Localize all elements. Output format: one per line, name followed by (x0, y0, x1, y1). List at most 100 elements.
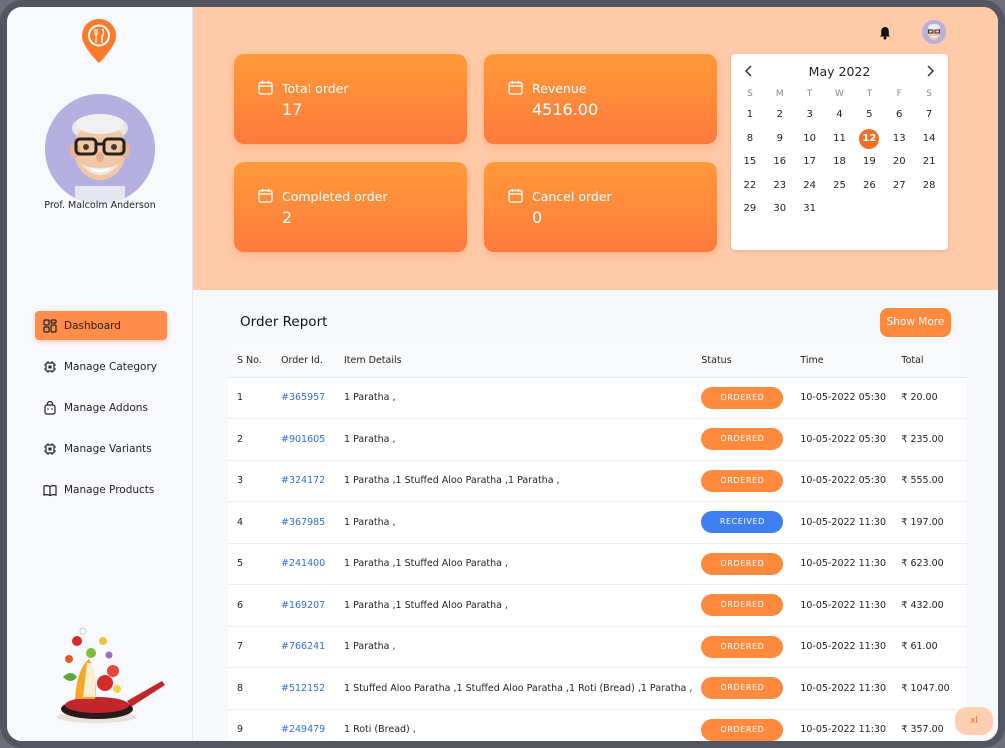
calendar-day[interactable]: 10 (795, 127, 825, 151)
stat-label: Cancel order (532, 189, 612, 204)
cell-order-id[interactable]: #901605 (272, 418, 335, 461)
app-logo-icon[interactable] (80, 17, 118, 65)
calendar-day[interactable]: 8 (735, 127, 765, 151)
cell-order-id[interactable]: #766241 (272, 626, 335, 668)
table-row[interactable]: 5 #241400 1 Paratha ,1 Stuffed Aloo Parath… (228, 543, 967, 585)
calendar-day[interactable]: 4 (825, 103, 855, 127)
sidebar-item-dashboard[interactable]: Dashboard (35, 311, 167, 340)
stat-label: Total order (282, 81, 349, 96)
calendar-day[interactable]: 13 (884, 127, 914, 151)
calendar-day[interactable]: 28 (914, 174, 944, 198)
table-row[interactable]: 1 #365957 1 Paratha , ORDERED 10-05-2022 05:… (228, 377, 967, 419)
calendar-day[interactable]: 18 (825, 150, 855, 174)
cell-time: 10-05-2022 11:30 (791, 667, 893, 710)
sidebar-item-manage-products[interactable]: Manage Products (35, 475, 167, 504)
order-id-link[interactable]: #901605 (281, 434, 325, 445)
calendar-day[interactable]: 23 (765, 174, 795, 198)
order-id-link[interactable]: #241400 (281, 558, 325, 569)
calendar-weekday: S (926, 89, 932, 99)
calendar-day[interactable]: 9 (765, 127, 795, 151)
cell-sno: 9 (228, 709, 272, 741)
calendar-day[interactable]: 25 (825, 174, 855, 198)
export-excel-button[interactable]: xl (955, 707, 993, 735)
table-row[interactable]: 6 #169207 1 Paratha ,1 Stuffed Aloo Parath… (228, 584, 967, 627)
dashboard-grid-icon (43, 318, 57, 333)
calendar-weekday: M (775, 89, 784, 99)
calendar-day[interactable]: 24 (795, 174, 825, 198)
order-id-link[interactable]: #512152 (281, 683, 325, 694)
column-header[interactable]: Total (892, 344, 967, 378)
calendar-day[interactable]: 5 (854, 103, 884, 127)
calendar-day[interactable]: 21 (914, 150, 944, 174)
calendar-day[interactable]: 19 (854, 150, 884, 174)
table-row[interactable]: 7 #766241 1 Paratha , ORDERED 10-05-2022 11:… (228, 626, 967, 668)
sidebar-item-manage-category[interactable]: Manage Category (35, 352, 167, 381)
cell-item-details: 1 Paratha , (335, 377, 693, 419)
sidebar-item-manage-addons[interactable]: Manage Addons (35, 393, 167, 422)
cell-sno: 5 (228, 543, 272, 585)
book-icon (43, 484, 57, 496)
column-header[interactable]: Time (791, 344, 893, 378)
order-id-link[interactable]: #169207 (281, 600, 325, 611)
status-badge: ORDERED (701, 469, 784, 492)
cell-time: 10-05-2022 11:30 (791, 501, 893, 544)
order-id-link[interactable]: #367985 (281, 517, 325, 528)
status-badge: RECEIVED (701, 511, 784, 534)
cell-time: 10-05-2022 05:30 (791, 418, 893, 461)
cell-order-id[interactable]: #365957 (272, 377, 335, 419)
calendar-day-selected[interactable]: 12 (854, 127, 884, 151)
table-row[interactable]: 8 #512152 1 Stuffed Aloo Paratha ,1 Stuffe… (228, 667, 967, 710)
cell-order-id[interactable]: #241400 (272, 543, 335, 585)
calendar-day[interactable]: 15 (735, 150, 765, 174)
status-badge: ORDERED (701, 677, 784, 700)
calendar-day[interactable]: 3 (795, 103, 825, 127)
calendar-day[interactable]: 29 (735, 197, 765, 221)
calendar-day[interactable]: 26 (854, 174, 884, 198)
column-header[interactable]: S No. (228, 344, 272, 378)
cell-time: 10-05-2022 11:30 (791, 626, 893, 668)
calendar-day[interactable]: 2 (765, 103, 795, 127)
cell-order-id[interactable]: #367985 (272, 501, 335, 544)
calendar-day[interactable]: 1 (735, 103, 765, 127)
table-row[interactable]: 2 #901605 1 Paratha , ORDERED 10-05-2022 05:… (228, 418, 967, 461)
table-header-row: S No. Order Id. Item Details Status Time… (228, 344, 967, 378)
column-header[interactable]: Order Id. (272, 344, 335, 378)
cell-order-id[interactable]: #324172 (272, 460, 335, 502)
sidebar-item-label: Manage Variants (64, 442, 152, 455)
cell-total: ₹ 555.00 (892, 460, 967, 502)
table-row[interactable]: 3 #324172 1 Paratha ,1 Stuffed Aloo Parath… (228, 460, 967, 502)
column-header[interactable]: Item Details (335, 344, 693, 378)
calendar-day[interactable]: 6 (884, 103, 914, 127)
order-id-link[interactable]: #324172 (281, 475, 325, 486)
stat-value: 0 (532, 208, 543, 227)
calendar-icon (258, 188, 273, 203)
calendar-day[interactable]: 30 (765, 197, 795, 221)
table-row[interactable]: 9 #249479 1 Roti (Bread) , ORDERED 10-05-202… (228, 709, 967, 741)
calendar-day[interactable]: 14 (914, 127, 944, 151)
cell-order-id[interactable]: #169207 (272, 584, 335, 627)
sidebar-item-manage-variants[interactable]: Manage Variants (35, 434, 167, 463)
calendar-day[interactable]: 31 (795, 197, 825, 221)
calendar-day[interactable]: 7 (914, 103, 944, 127)
user-avatar-small[interactable] (922, 20, 946, 44)
calendar-day[interactable]: 17 (795, 150, 825, 174)
calendar-day[interactable]: 16 (765, 150, 795, 174)
order-id-link[interactable]: #249479 (281, 724, 325, 735)
show-more-button[interactable]: Show More (880, 308, 951, 337)
stat-card-completed-order: Completed order 2 (234, 162, 467, 252)
calendar-day[interactable]: 22 (735, 174, 765, 198)
table-row[interactable]: 4 #367985 1 Paratha , RECEIVED 10-05-2022 11… (228, 501, 967, 544)
bell-icon[interactable] (879, 26, 891, 40)
calendar-day[interactable]: 20 (884, 150, 914, 174)
order-id-link[interactable]: #766241 (281, 641, 325, 652)
cell-sno: 7 (228, 626, 272, 668)
column-header[interactable]: Status (692, 344, 792, 378)
calendar-day[interactable]: 11 (825, 127, 855, 151)
order-id-link[interactable]: #365957 (281, 392, 325, 403)
cell-order-id[interactable]: #512152 (272, 667, 335, 710)
cell-order-id[interactable]: #249479 (272, 709, 335, 741)
sidebar-item-label: Dashboard (64, 319, 121, 332)
cell-status: ORDERED (692, 626, 792, 668)
chevron-right-icon[interactable] (924, 64, 936, 78)
calendar-day[interactable]: 27 (884, 174, 914, 198)
